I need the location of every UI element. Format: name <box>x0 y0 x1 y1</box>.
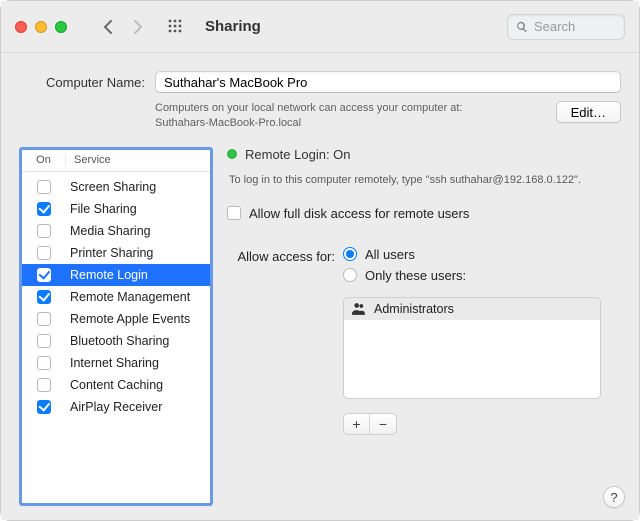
allow-access-label: Allow access for: <box>227 247 335 264</box>
column-header-on[interactable]: On <box>22 154 66 166</box>
zoom-icon[interactable] <box>55 21 67 33</box>
full-disk-access-checkbox[interactable] <box>227 206 241 220</box>
service-row[interactable]: Screen Sharing <box>22 176 210 198</box>
service-row[interactable]: Media Sharing <box>22 220 210 242</box>
toolbar: Sharing <box>1 1 639 53</box>
service-label: Printer Sharing <box>66 246 210 260</box>
service-detail: Remote Login: On To log in to this compu… <box>227 147 621 506</box>
status-row: Remote Login: On <box>227 147 621 162</box>
service-label: Content Caching <box>66 378 210 392</box>
service-checkbox[interactable] <box>37 180 51 194</box>
show-all-button[interactable] <box>163 15 189 39</box>
computer-name-help-line2: Suthahars-MacBook-Pro.local <box>155 117 301 129</box>
service-row[interactable]: File Sharing <box>22 198 210 220</box>
service-checkbox[interactable] <box>37 334 51 348</box>
window-controls <box>15 21 67 33</box>
service-row[interactable]: AirPlay Receiver <box>22 396 210 418</box>
service-checkbox[interactable] <box>37 246 51 260</box>
service-label: Remote Login <box>66 268 210 282</box>
allow-access-row: Allow access for: All users Only these u… <box>227 247 621 435</box>
window-title: Sharing <box>205 18 261 35</box>
service-checkbox[interactable] <box>37 202 51 216</box>
service-checkbox[interactable] <box>37 312 51 326</box>
service-checkbox[interactable] <box>37 290 51 304</box>
add-user-button[interactable]: + <box>344 414 370 434</box>
computer-name-help-line1: Computers on your local network can acce… <box>155 102 463 114</box>
full-disk-access-label: Allow full disk access for remote users <box>249 206 469 221</box>
user-row[interactable]: Administrators <box>344 298 600 320</box>
computer-name-input[interactable] <box>155 71 621 93</box>
search-icon <box>516 21 528 33</box>
content-area: Computer Name: Computers on your local n… <box>1 53 639 520</box>
users-icon <box>352 303 366 315</box>
service-list[interactable]: Screen Sharing File Sharing Media Sharing P… <box>22 172 210 503</box>
user-list-buttons: + − <box>343 413 397 435</box>
radio-only-these-users[interactable] <box>343 268 357 282</box>
chevron-left-icon <box>103 20 113 34</box>
service-row[interactable]: Printer Sharing <box>22 242 210 264</box>
service-row[interactable]: Remote Login <box>22 264 210 286</box>
service-row[interactable]: Remote Apple Events <box>22 308 210 330</box>
service-checkbox[interactable] <box>37 268 51 282</box>
service-list-panel: On Service Screen Sharing File Sharing Med… <box>19 147 213 506</box>
service-checkbox[interactable] <box>37 378 51 392</box>
back-button[interactable] <box>95 15 121 39</box>
service-label: Internet Sharing <box>66 356 210 370</box>
radio-all-users-label: All users <box>365 247 415 262</box>
service-label: Remote Apple Events <box>66 312 210 326</box>
minimize-icon[interactable] <box>35 21 47 33</box>
service-checkbox[interactable] <box>37 356 51 370</box>
service-list-header: On Service <box>22 150 210 172</box>
radio-all-users[interactable] <box>343 247 357 261</box>
chevron-right-icon <box>133 20 143 34</box>
edit-hostname-button[interactable]: Edit… <box>556 101 621 123</box>
search-field[interactable] <box>507 14 625 40</box>
full-disk-access-row: Allow full disk access for remote users <box>227 206 621 221</box>
service-checkbox[interactable] <box>37 224 51 238</box>
sharing-prefpane-window: Sharing Computer Name: Computers on your… <box>0 0 640 521</box>
service-row[interactable]: Bluetooth Sharing <box>22 330 210 352</box>
service-row[interactable]: Remote Management <box>22 286 210 308</box>
service-label: AirPlay Receiver <box>66 400 210 414</box>
service-label: Remote Management <box>66 290 210 304</box>
forward-button[interactable] <box>125 15 151 39</box>
status-title: Remote Login: On <box>245 147 351 162</box>
search-input[interactable] <box>534 19 606 34</box>
user-list[interactable]: Administrators <box>343 297 601 399</box>
column-header-service[interactable]: Service <box>66 154 210 166</box>
service-label: Screen Sharing <box>66 180 210 194</box>
radio-only-these-users-label: Only these users: <box>365 268 466 283</box>
computer-name-help: Computers on your local network can acce… <box>155 101 544 131</box>
access-radio-group: All users Only these users: Administrato… <box>343 247 601 435</box>
status-dot-icon <box>227 149 237 159</box>
service-label: Media Sharing <box>66 224 210 238</box>
computer-name-label: Computer Name: <box>27 75 145 90</box>
grid-icon <box>168 19 184 35</box>
service-checkbox[interactable] <box>37 400 51 414</box>
close-icon[interactable] <box>15 21 27 33</box>
status-help-text: To log in to this computer remotely, typ… <box>229 174 621 186</box>
service-row[interactable]: Content Caching <box>22 374 210 396</box>
service-row[interactable]: Internet Sharing <box>22 352 210 374</box>
nav-buttons <box>95 15 151 39</box>
service-label: Bluetooth Sharing <box>66 334 210 348</box>
service-label: File Sharing <box>66 202 210 216</box>
help-button[interactable]: ? <box>603 486 625 508</box>
computer-name-row: Computer Name: <box>27 71 621 93</box>
remove-user-button[interactable]: − <box>370 414 396 434</box>
user-label: Administrators <box>374 302 454 316</box>
